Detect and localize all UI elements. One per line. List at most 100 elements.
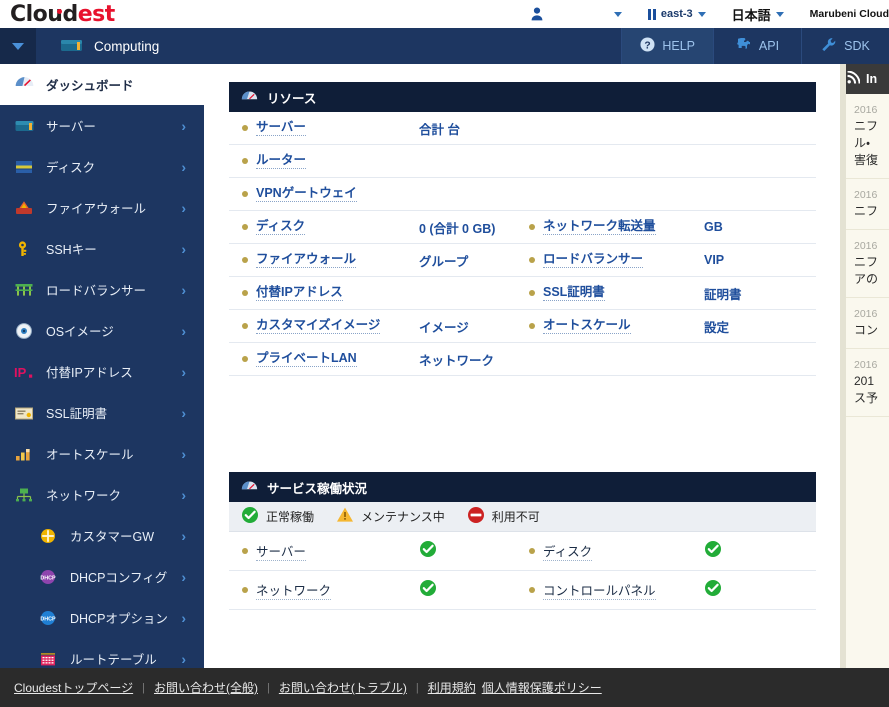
resource-link[interactable]: ルーター: [256, 153, 306, 169]
resource-link[interactable]: ロードバランサー: [543, 252, 643, 268]
news-text-line: アの: [854, 271, 883, 288]
legend-label: メンテナンス中: [361, 508, 445, 525]
news-item-1[interactable]: 2016ニフ: [846, 179, 889, 230]
sidebar-item-6[interactable]: OSイメージ›: [0, 310, 204, 351]
sidebar-item-label: 付替IPアドレス: [46, 362, 181, 381]
sidebar-item-1[interactable]: サーバー›: [0, 105, 204, 146]
chevron-down-icon-language[interactable]: [776, 12, 784, 17]
chevron-right-icon[interactable]: ›: [181, 487, 186, 503]
nav-section-computing[interactable]: Computing: [36, 37, 159, 55]
resources-panel-body: サーバー合計 台ルーターVPNゲートウェイディスク0 (合計 0 GB)ネットワ…: [229, 112, 816, 376]
person-icon: [531, 7, 543, 21]
sidebar-item-4[interactable]: SSHキー›: [0, 228, 204, 269]
sidebar-item-2[interactable]: ディスク›: [0, 146, 204, 187]
sidebar-item-7[interactable]: IP 付替IPアドレス›: [0, 351, 204, 392]
bullet-icon: [242, 257, 248, 263]
resource-link[interactable]: サーバー: [256, 120, 306, 136]
sidebar-item-8[interactable]: SSL証明書›: [0, 392, 204, 433]
bullet-icon: [242, 290, 248, 296]
footer-divider: |: [416, 682, 419, 694]
sidebar-item-10[interactable]: ネットワーク›: [0, 474, 204, 515]
sidebar-item-label: ダッシュボード: [46, 75, 186, 94]
service-status-cell: [419, 579, 529, 602]
legend-entry-2: 利用不可: [467, 506, 540, 527]
chevron-right-icon[interactable]: ›: [181, 118, 186, 134]
service-name: コントロールパネル: [543, 580, 656, 600]
footer-link-0[interactable]: Cloudestトップページ: [14, 679, 133, 696]
sidebar-item-11[interactable]: カスタマーGW›: [0, 515, 204, 556]
chevron-right-icon[interactable]: ›: [181, 569, 186, 585]
news-item-4[interactable]: 2016201ス予: [846, 349, 889, 417]
chevron-right-icon[interactable]: ›: [181, 241, 186, 257]
resource-row: 付替IPアドレス SSL証明書 証明書: [229, 277, 816, 310]
account-menu[interactable]: [531, 7, 622, 21]
sidebar-item-14[interactable]: ルートテーブル›: [0, 638, 204, 668]
check-circle-green-icon: [241, 506, 259, 527]
sidebar-item-12[interactable]: DHCPDHCPコンフィグ›: [0, 556, 204, 597]
chevron-down-icon-account[interactable]: [614, 12, 622, 17]
chevron-right-icon[interactable]: ›: [181, 282, 186, 298]
sidebar-item-9[interactable]: オートスケール›: [0, 433, 204, 474]
resource-value-cell: グループ: [419, 251, 529, 270]
sidebar-item-13[interactable]: DHCPDHCPオプション›: [0, 597, 204, 638]
sidebar-item-0[interactable]: ダッシュボード: [0, 64, 204, 105]
resource-link[interactable]: SSL証明書: [543, 285, 605, 301]
cloudest-logo[interactable]: Cloudest: [10, 2, 115, 27]
resource-link[interactable]: ネットワーク転送量: [543, 219, 656, 235]
resource-link[interactable]: 付替IPアドレス: [256, 285, 343, 301]
footer-link-4[interactable]: 個人情報保護ポリシー: [482, 679, 602, 696]
api-button[interactable]: API: [713, 28, 801, 64]
sidebar-item-5[interactable]: ロードバランサー›: [0, 269, 204, 310]
chevron-right-icon[interactable]: ›: [181, 364, 186, 380]
resource-name-cell: 付替IPアドレス: [229, 285, 419, 301]
resource-value: 証明書: [704, 284, 742, 303]
resource-link[interactable]: カスタマイズイメージ: [256, 318, 380, 334]
sidebar-item-label: カスタマーGW: [70, 526, 181, 545]
service-name: サーバー: [256, 541, 306, 561]
chevron-right-icon[interactable]: ›: [181, 528, 186, 544]
check-circle-green-icon: [419, 579, 437, 602]
resource-link[interactable]: オートスケール: [543, 318, 631, 334]
chevron-right-icon[interactable]: ›: [181, 323, 186, 339]
chevron-right-icon[interactable]: ›: [181, 159, 186, 175]
region-selector[interactable]: east-3: [648, 8, 706, 20]
page-footer: Cloudestトップページ|お問い合わせ(全般)|お問い合わせ(トラブル)|利…: [0, 668, 889, 707]
service-status-rows: サーバー ディスク ネットワーク コントロールパネル: [229, 532, 816, 610]
chevron-right-icon[interactable]: ›: [181, 405, 186, 421]
news-item-0[interactable]: 2016ニフル・害復: [846, 94, 889, 179]
service-name-cell: サーバー: [229, 541, 419, 561]
language-selector[interactable]: 日本語: [732, 5, 784, 24]
news-item-3[interactable]: 2016コン: [846, 298, 889, 349]
sidebar-item-3[interactable]: ファイアウォール›: [0, 187, 204, 228]
chevron-right-icon[interactable]: ›: [181, 200, 186, 216]
language-label: 日本語: [732, 5, 771, 24]
resources-panel-title: リソース: [267, 88, 316, 107]
chevron-down-icon-region[interactable]: [698, 12, 706, 17]
chevron-right-icon[interactable]: ›: [181, 651, 186, 667]
footer-divider: |: [142, 682, 145, 694]
help-button[interactable]: ? HELP: [621, 28, 713, 64]
resource-name-cell: ロードバランサー: [529, 252, 704, 268]
disc-icon: [12, 320, 36, 342]
resource-value-cell: VIP: [704, 253, 804, 267]
resource-link[interactable]: ファイアウォール: [256, 252, 356, 268]
news-text-line: 害復: [854, 152, 883, 169]
legend-label: 利用不可: [492, 508, 540, 525]
legend-label: 正常稼働: [266, 508, 314, 525]
svg-text:DHCP: DHCP: [40, 616, 56, 622]
sdk-button[interactable]: SDK: [801, 28, 889, 64]
resource-link[interactable]: ディスク: [256, 219, 305, 235]
footer-link-3[interactable]: 利用規約: [428, 679, 476, 696]
dashboard-gauge-icon-status: [241, 480, 258, 495]
footer-link-2[interactable]: お問い合わせ(トラブル): [279, 679, 407, 696]
menu-toggle-button[interactable]: [0, 28, 36, 64]
resource-link[interactable]: VPNゲートウェイ: [256, 186, 357, 202]
information-list: 2016ニフル・害復2016ニフ2016ニフアの2016コン2016201ス予: [846, 94, 889, 417]
resource-link[interactable]: プライベートLAN: [256, 351, 357, 367]
resources-panel: リソース サーバー合計 台ルーターVPNゲートウェイディスク0 (合計 0 GB…: [229, 82, 816, 376]
information-panel-header: In: [840, 64, 889, 94]
chevron-right-icon[interactable]: ›: [181, 446, 186, 462]
chevron-right-icon[interactable]: ›: [181, 610, 186, 626]
footer-link-1[interactable]: お問い合わせ(全般): [154, 679, 258, 696]
news-item-2[interactable]: 2016ニフアの: [846, 230, 889, 298]
